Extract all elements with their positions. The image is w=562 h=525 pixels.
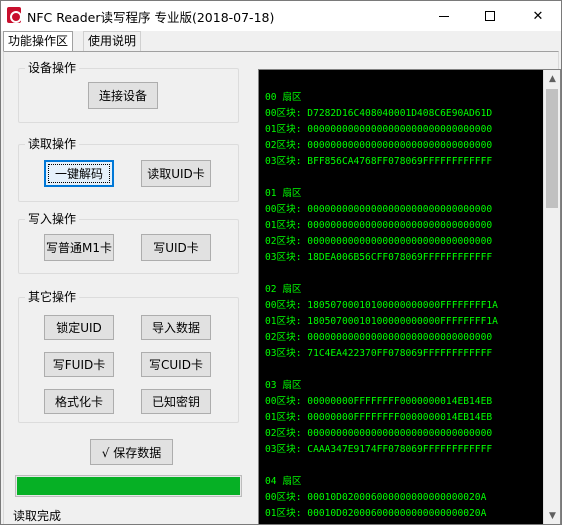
console-line: 02区块: 00000000000000000000000000000000 — [265, 140, 493, 151]
lock-uid-button[interactable]: 锁定UID — [44, 315, 114, 340]
console-line: 02区块: 00000000000000000000000000000000 — [265, 428, 493, 439]
console-line: 03 扇区 — [265, 380, 302, 391]
other-operations-title: 其它操作 — [25, 290, 80, 304]
console-line: 00区块: D7282D16C408040001D408C6E90AD61D — [265, 108, 493, 119]
console-line: 00区块: 00010D020006000000000000000020A — [265, 492, 487, 503]
known-keys-button[interactable]: 已知密钥 — [141, 389, 211, 414]
progress-bar — [15, 475, 242, 497]
device-operations-title: 设备操作 — [25, 61, 80, 75]
scroll-down-arrow-icon[interactable]: ▼ — [544, 507, 560, 524]
tab-strip: 功能操作区 使用说明 — [1, 31, 561, 52]
write-m1-card-button[interactable]: 写普通M1卡 — [44, 234, 114, 261]
console-line: 01区块: 00010D020006000000000000000020A — [265, 508, 487, 519]
data-output-console[interactable]: 00 扇区 00区块: D7282D16C408040001D408C6E90AD… — [258, 69, 561, 524]
write-fuid-card-button[interactable]: 写FUID卡 — [44, 352, 114, 377]
focus-indicator — [48, 164, 110, 183]
scroll-thumb[interactable] — [546, 89, 558, 208]
status-label: 读取完成 — [13, 509, 62, 523]
write-cuid-card-button[interactable]: 写CUID卡 — [141, 352, 211, 377]
maximize-icon — [485, 11, 495, 21]
console-line: 01区块: 18050700010100000000000FFFFFFFF1A — [265, 316, 498, 327]
tab-usage-guide[interactable]: 使用说明 — [83, 31, 142, 51]
tab-function-area[interactable]: 功能操作区 — [3, 31, 74, 52]
app-logo-icon — [7, 7, 22, 23]
save-data-button[interactable]: √ 保存数据 — [90, 439, 173, 465]
connect-device-button[interactable]: 连接设备 — [88, 82, 158, 109]
maximize-button[interactable] — [467, 1, 513, 31]
read-operations-title: 读取操作 — [25, 137, 80, 151]
console-line: 03区块: 18DEA006B56CFF078069FFFFFFFFFFFF — [265, 252, 493, 263]
console-line: 03区块: CAAA347E9174FF078069FFFFFFFFFFFF — [265, 444, 493, 455]
console-line: 00区块: 18050700010100000000000FFFFFFFF1A — [265, 300, 498, 311]
format-card-button[interactable]: 格式化卡 — [44, 389, 114, 414]
console-line: 01区块: 00000000FFFFFFFF0000000014EB14EB — [265, 412, 493, 423]
console-scrollbar[interactable]: ▲ ▼ — [543, 70, 560, 524]
console-line: 03区块: BFF856CA4768FF078069FFFFFFFFFFFF — [265, 156, 493, 167]
console-line: 00区块: 00000000000000000000000000000000 — [265, 204, 493, 215]
title-bar: NFC Reader读写程序 专业版(2018-07-18) ✕ — [1, 1, 561, 31]
write-uid-card-button[interactable]: 写UID卡 — [141, 234, 211, 261]
progress-fill — [17, 477, 240, 495]
console-line: 00区块: 00000000FFFFFFFF0000000014EB14EB — [265, 396, 493, 407]
console-line: 02区块: 00000000000000000000000000000000 — [265, 332, 493, 343]
write-operations-title: 写入操作 — [25, 212, 80, 226]
minimize-button[interactable] — [421, 1, 467, 31]
close-icon: ✕ — [532, 8, 544, 24]
console-lines: 00 扇区 00区块: D7282D16C408040001D408C6E90AD… — [265, 90, 542, 522]
console-line: 01 扇区 — [265, 188, 302, 199]
one-click-decode-button[interactable]: 一键解码 — [44, 160, 114, 187]
console-line: 01区块: 00000000000000000000000000000000 — [265, 124, 493, 135]
console-line: 04 扇区 — [265, 476, 302, 487]
app-window: NFC Reader读写程序 专业版(2018-07-18) ✕ 功能操作区 使… — [0, 0, 562, 525]
console-line: 02区块: 00000000000000000000000000000000 — [265, 236, 493, 247]
minimize-icon — [439, 15, 449, 17]
read-uid-card-button[interactable]: 读取UID卡 — [141, 160, 211, 187]
console-line: 00 扇区 — [265, 92, 302, 103]
window-title: NFC Reader读写程序 专业版(2018-07-18) — [27, 10, 275, 25]
import-data-button[interactable]: 导入数据 — [141, 315, 211, 340]
console-line: 02 扇区 — [265, 284, 302, 295]
console-line: 03区块: 71C4EA422370FF078069FFFFFFFFFFFF — [265, 348, 493, 359]
console-line: 01区块: 00000000000000000000000000000000 — [265, 220, 493, 231]
close-button[interactable]: ✕ — [515, 1, 561, 31]
scroll-up-arrow-icon[interactable]: ▲ — [544, 70, 560, 87]
